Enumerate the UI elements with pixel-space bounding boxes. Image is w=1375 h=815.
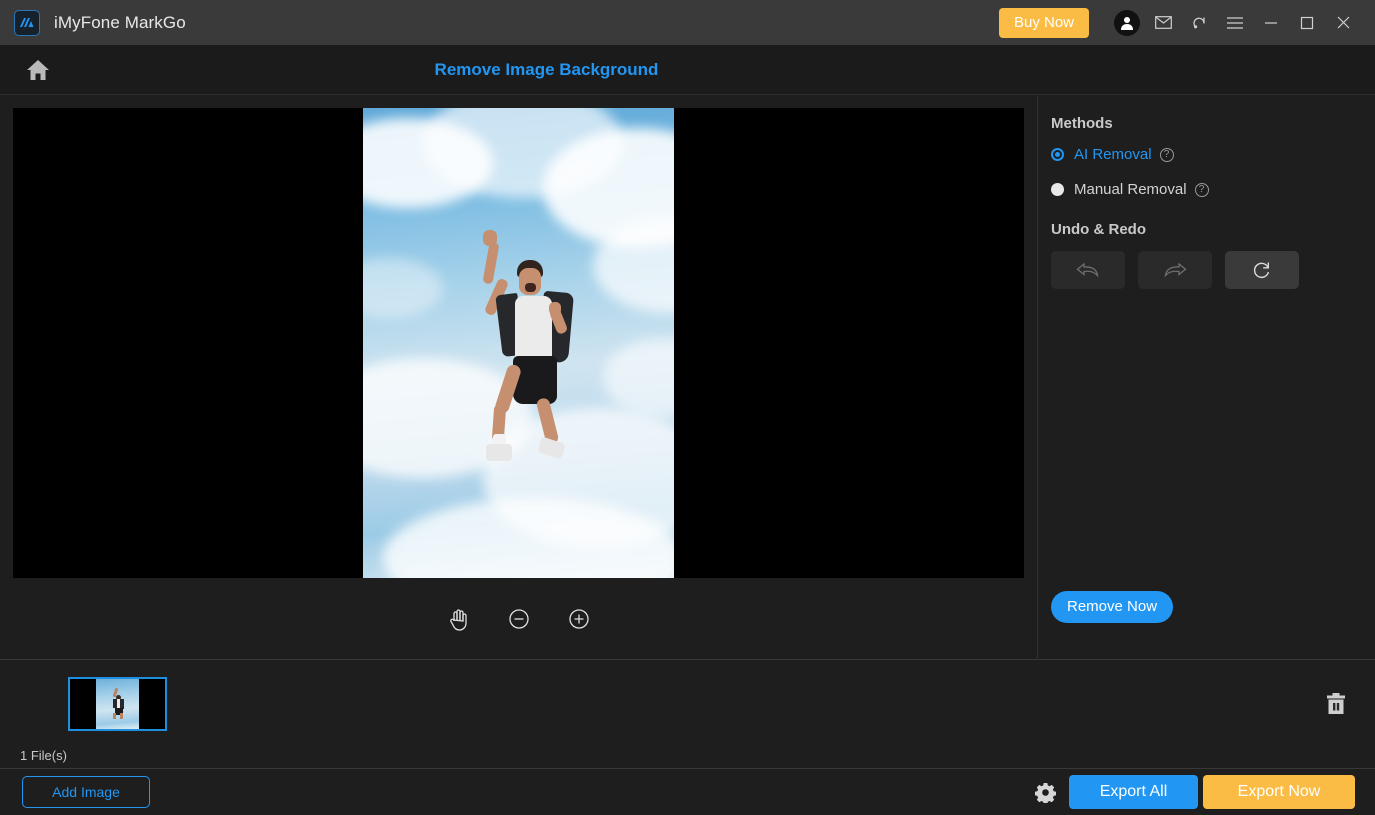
method-option-manual-removal[interactable]: Manual Removal ?: [1051, 181, 1209, 198]
canvas-toolbar: [13, 594, 1024, 644]
image-canvas[interactable]: [13, 108, 1024, 578]
support-headset-icon[interactable]: [1181, 4, 1217, 42]
remove-now-button[interactable]: Remove Now: [1051, 591, 1174, 623]
close-icon[interactable]: [1325, 4, 1361, 42]
method-option-ai-removal[interactable]: AI Removal ?: [1051, 146, 1174, 163]
undo-redo-button-group: [1051, 251, 1299, 289]
mail-icon[interactable]: [1145, 4, 1181, 42]
thumbnail-subject: [109, 687, 127, 720]
undo-redo-heading: Undo & Redo: [1051, 221, 1146, 238]
minimize-icon[interactable]: [1253, 4, 1289, 42]
app-logo-icon: [14, 9, 40, 36]
gear-icon[interactable]: [1030, 776, 1060, 808]
page-header: Remove Image Background: [0, 45, 1375, 95]
help-icon-ai-removal[interactable]: ?: [1159, 147, 1174, 162]
thumbnail-strip: 1 File(s): [0, 659, 1375, 767]
page-title: Remove Image Background: [434, 60, 659, 79]
redo-button[interactable]: [1138, 251, 1212, 289]
radio-ai-removal[interactable]: [1051, 148, 1064, 161]
method-label-manual-removal: Manual Removal: [1074, 181, 1187, 198]
buy-now-button[interactable]: Buy Now: [998, 7, 1089, 38]
methods-heading: Methods: [1051, 115, 1113, 132]
file-count-label: 1 File(s): [20, 748, 67, 763]
add-image-button[interactable]: Add Image: [22, 776, 150, 808]
export-now-button[interactable]: Export Now: [1203, 775, 1355, 809]
trash-icon[interactable]: [1320, 688, 1352, 720]
title-bar: iMyFone MarkGo Buy Now: [0, 0, 1375, 45]
editor-area: [0, 96, 1037, 658]
zoom-out-tool-icon[interactable]: [503, 603, 535, 635]
radio-manual-removal[interactable]: [1051, 183, 1064, 196]
thumbnail-image: [96, 679, 139, 729]
subject-figure: [455, 228, 595, 528]
window-controls: Buy Now: [998, 4, 1375, 42]
account-icon[interactable]: [1109, 4, 1145, 42]
method-label-ai-removal: AI Removal: [1074, 146, 1152, 163]
avatar: [1114, 9, 1140, 36]
zoom-in-tool-icon[interactable]: [563, 603, 595, 635]
thumbnail-item[interactable]: [68, 677, 167, 731]
app-title: iMyFone MarkGo: [54, 12, 186, 32]
export-all-button[interactable]: Export All: [1069, 775, 1198, 809]
menu-icon[interactable]: [1217, 4, 1253, 42]
undo-button[interactable]: [1051, 251, 1125, 289]
bottom-toolbar: Add Image Export All Export Now: [0, 768, 1375, 815]
help-icon-manual-removal[interactable]: ?: [1194, 182, 1209, 197]
maximize-icon[interactable]: [1289, 4, 1325, 42]
reset-button[interactable]: [1225, 251, 1299, 289]
methods-panel: Methods AI Removal ? Manual Removal ? Un…: [1037, 96, 1375, 658]
pan-hand-tool-icon[interactable]: [443, 603, 475, 635]
preview-image: [363, 108, 674, 578]
